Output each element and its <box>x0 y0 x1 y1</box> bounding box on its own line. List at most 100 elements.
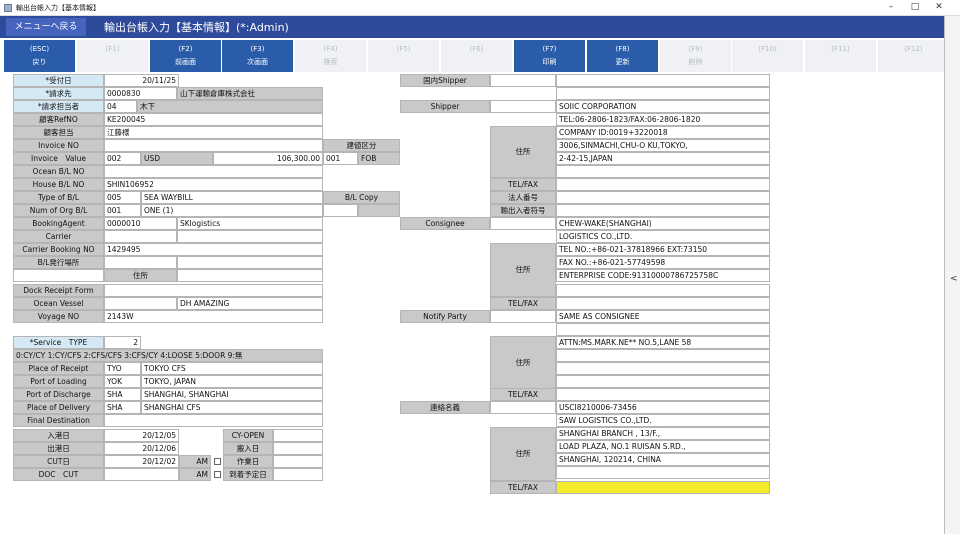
notify-name2[interactable] <box>556 323 770 336</box>
fkey-label: 前画面 <box>175 58 196 66</box>
agent-code[interactable]: USCI8210006-73456 <box>556 401 770 414</box>
corp-no-field[interactable] <box>556 191 770 204</box>
fkey-button-f7[interactable]: (F7) 印刷 <box>514 40 585 72</box>
cut-am[interactable]: AM <box>179 455 211 468</box>
vessel-code-field[interactable] <box>104 297 177 310</box>
agent-telfax-field[interactable] <box>556 481 770 494</box>
domestic-shipper-name <box>556 74 770 87</box>
consignee-code-field[interactable] <box>490 217 556 230</box>
arrival-field[interactable] <box>273 468 323 481</box>
service-type-field[interactable]: 2 <box>104 336 141 349</box>
shipper-addr4[interactable] <box>556 165 770 178</box>
shipper-name[interactable]: SOIIC CORPORATION <box>556 100 770 113</box>
invoice-no-field[interactable] <box>104 139 323 152</box>
booking-agent-code-field[interactable]: 0000010 <box>104 217 177 230</box>
carrier-code-field[interactable] <box>104 230 177 243</box>
dock-receipt-field[interactable] <box>104 284 323 297</box>
notify-addr1[interactable]: ATTN:MS.MARK.NE** NO.5,LANE 58 <box>556 336 770 349</box>
fkey-label: 次画面 <box>247 58 268 66</box>
exporter-code-field[interactable] <box>556 204 770 217</box>
inv-code-field[interactable]: 002 <box>104 152 141 165</box>
cut-date-field[interactable]: 20/12/02 <box>104 455 179 468</box>
agent-addr2[interactable]: LOAD PLAZA, NO.1 RUISAN S.RD., <box>556 440 770 453</box>
work-date-field[interactable] <box>273 455 323 468</box>
consignee-name[interactable]: CHEW-WAKE(SHANGHAI) <box>556 217 770 230</box>
ocean-bl-field[interactable] <box>104 165 323 178</box>
doc-cut-field[interactable] <box>104 468 179 481</box>
consignee-addr2[interactable]: FAX NO.:+86-021-57749598 <box>556 256 770 269</box>
inv-term-code-field[interactable]: 001 <box>323 152 358 165</box>
minimize-icon[interactable]: – <box>880 1 902 14</box>
agent-addr1[interactable]: SHANGHAI BRANCH , 13/F., <box>556 427 770 440</box>
side-collapse-bar[interactable]: < <box>944 16 960 534</box>
menu-back-button[interactable]: メニューへ戻る <box>6 18 86 36</box>
notify-addr3[interactable] <box>556 362 770 375</box>
shipper-code-field[interactable] <box>490 100 556 113</box>
domestic-shipper-code-field[interactable] <box>490 74 556 87</box>
agent-addr3[interactable]: SHANGHAI, 120214, CHINA <box>556 453 770 466</box>
consignee-addr3[interactable]: ENTERPRISE CODE:91310000786725758C <box>556 269 770 282</box>
voyage-field[interactable]: 2143W <box>104 310 323 323</box>
cust-ref-label: 顧客RefNO <box>13 113 104 126</box>
staff-code-field[interactable]: 04 <box>104 100 137 113</box>
bl-address-field[interactable] <box>177 269 323 282</box>
inv-currency: USD <box>141 152 213 165</box>
cust-ref-field[interactable]: KE200045 <box>104 113 323 126</box>
fkey-label: 検索 <box>323 58 338 66</box>
house-bl-field[interactable]: SHIN106952 <box>104 178 323 191</box>
carry-in-field[interactable] <box>273 442 323 455</box>
doc-am[interactable]: AM <box>179 468 211 481</box>
port-loading-code-field[interactable]: YOK <box>104 375 141 388</box>
inv-amount-field[interactable]: 106,300.00 <box>213 152 323 165</box>
chevron-left-icon[interactable]: < <box>950 274 958 284</box>
service-types-legend: 0:CY/CY 1:CY/CFS 2:CFS/CFS 3:CFS/CY 4:LO… <box>13 349 323 362</box>
agent-code-field[interactable] <box>490 401 556 414</box>
notify-name[interactable]: SAME AS CONSIGNEE <box>556 310 770 323</box>
num-bl-code-field[interactable]: 001 <box>104 204 141 217</box>
notify-code-field[interactable] <box>490 310 556 323</box>
shipper-addr1[interactable]: COMPANY ID:0019+3220018 <box>556 126 770 139</box>
port-discharge-code-field[interactable]: SHA <box>104 388 141 401</box>
out-date-field[interactable]: 20/12/06 <box>104 442 179 455</box>
final-dest-field[interactable] <box>104 414 323 427</box>
in-date-field[interactable]: 20/12/05 <box>104 429 179 442</box>
fkey-button-esc[interactable]: (ESC) 戻り <box>4 40 75 72</box>
agent-addr4[interactable] <box>556 466 770 479</box>
maximize-icon[interactable]: □ <box>904 1 926 14</box>
shipper-addr2[interactable]: 3006,SINMACHI,CHU-O KU,TOKYO, <box>556 139 770 152</box>
function-key-bar: (ESC) 戻り (F1) (F2) 前画面 (F3) 次画面 (F4) 検索 (F5) (F6) (… <box>0 39 949 73</box>
receipt-date-field[interactable]: 20/11/25 <box>104 74 179 87</box>
consignee-addr1[interactable]: TEL NO.:+86-021-37818966 EXT:73150 <box>556 243 770 256</box>
consignee-addr4[interactable] <box>556 284 770 297</box>
shipper-addr3[interactable]: 2-42-15,JAPAN <box>556 152 770 165</box>
doc-am-checkbox[interactable] <box>214 471 221 478</box>
place-receipt-code-field[interactable]: TYO <box>104 362 141 375</box>
notify-addr2[interactable] <box>556 349 770 362</box>
cy-open-field[interactable] <box>273 429 323 442</box>
shipper-telfax-field[interactable] <box>556 178 770 191</box>
carrier-booking-field[interactable]: 1429495 <box>104 243 323 256</box>
notify-addr4[interactable] <box>556 375 770 388</box>
vessel-field[interactable]: DH AMAZING <box>177 297 323 310</box>
bl-copy-field[interactable] <box>323 204 358 217</box>
cut-am-checkbox[interactable] <box>214 458 221 465</box>
fkey-button-f8[interactable]: (F8) 更新 <box>587 40 658 72</box>
bl-place-code-field[interactable] <box>104 256 177 269</box>
place-delivery-code-field[interactable]: SHA <box>104 401 141 414</box>
shipper-tel[interactable]: TEL:06-2806-1823/FAX:06-2806-1820 <box>556 113 770 126</box>
fkey-button-f2[interactable]: (F2) 前画面 <box>150 40 221 72</box>
fkey-code: (F3) <box>250 45 265 53</box>
port-loading-name: TOKYO, JAPAN <box>141 375 323 388</box>
out-date-label: 出港日 <box>13 442 104 455</box>
fkey-code: (F7) <box>542 45 557 53</box>
billing-code-field[interactable]: 0000830 <box>104 87 177 100</box>
fkey-button-f3[interactable]: (F3) 次画面 <box>222 40 293 72</box>
cy-open-label: CY-OPEN <box>223 429 273 442</box>
agent-name[interactable]: SAW LOGISTICS CO.,LTD. <box>556 414 770 427</box>
consignee-name2[interactable]: LOGISTICS CO.,LTD. <box>556 230 770 243</box>
cust-staff-field[interactable]: 江藤様 <box>104 126 323 139</box>
notify-telfax-field[interactable] <box>556 388 770 401</box>
type-bl-code-field[interactable]: 005 <box>104 191 141 204</box>
consignee-telfax-field[interactable] <box>556 297 770 310</box>
close-icon[interactable]: ✕ <box>928 1 950 14</box>
